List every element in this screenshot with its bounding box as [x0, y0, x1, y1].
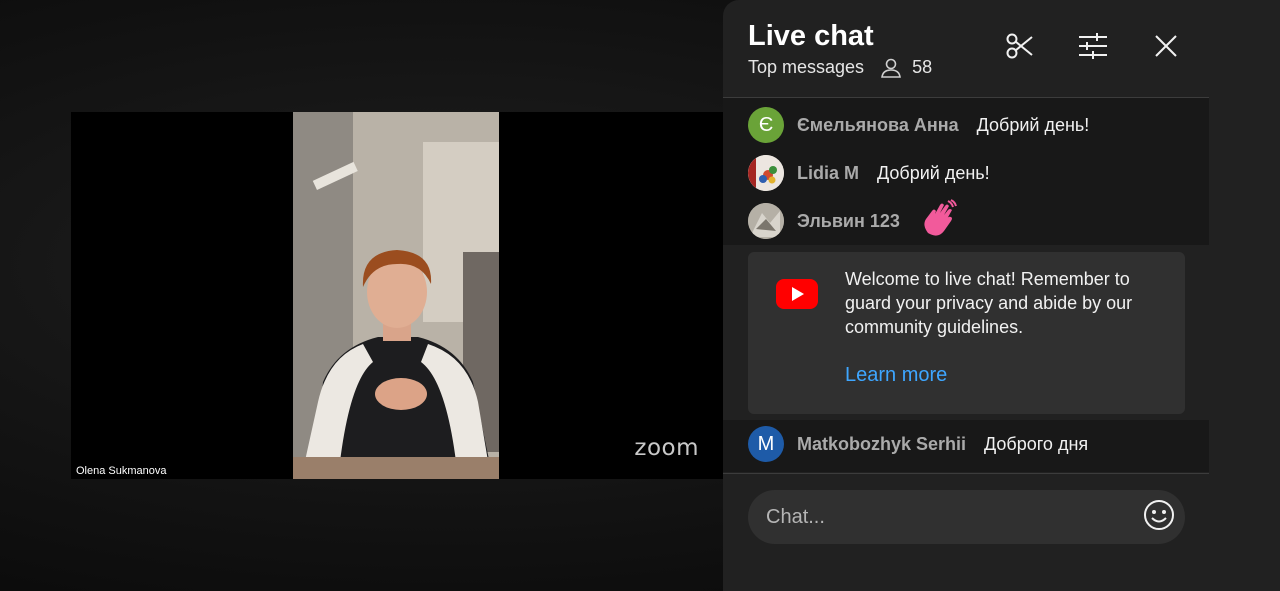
learn-more-link[interactable]: Learn more [845, 364, 947, 387]
chat-message[interactable]: Эльвин 123 [748, 198, 958, 239]
avatar [748, 155, 784, 191]
chat-filter-button[interactable] [1075, 30, 1111, 66]
filter-sliders-icon [1078, 32, 1108, 65]
message-text: Доброго дня [984, 433, 1089, 454]
video-frame: Olena Sukmanova zoom [71, 112, 723, 479]
message-text: Добрий день! [877, 162, 990, 183]
viewer-count: 58 [912, 57, 933, 77]
avatar: Є [748, 107, 784, 143]
speaker-video-feed [293, 112, 499, 479]
input-divider [723, 473, 1209, 474]
avatar: M [748, 426, 784, 462]
youtube-logo-icon [776, 279, 818, 314]
person-icon [880, 58, 902, 78]
message-author: Ємельянова Анна [797, 114, 959, 135]
clip-button[interactable] [1002, 30, 1038, 66]
chat-header: Live chat Top messages 58 [723, 0, 1209, 97]
close-icon [1153, 33, 1179, 64]
chat-message[interactable]: M Matkobozhyk Serhii Доброго дня [748, 426, 1088, 462]
chat-message[interactable]: Lidia M Добрий день! [748, 155, 990, 191]
live-chat-panel: Live chat Top messages 58 Є Ємельянова А… [723, 0, 1280, 591]
avatar [748, 203, 784, 239]
chat-input-box[interactable] [748, 490, 1185, 544]
message-text: Добрий день! [976, 114, 1090, 135]
chat-title: Live chat [748, 20, 874, 52]
smiley-icon [1143, 499, 1175, 536]
zoom-logo: zoom [634, 435, 699, 461]
waving-hand-emoji [918, 198, 958, 244]
emoji-button[interactable] [1143, 499, 1175, 536]
message-author: Lidia M [797, 162, 859, 183]
chat-mode-label: Top messages [748, 57, 865, 77]
speaker-name-label: Olena Sukmanova [73, 463, 170, 479]
video-player[interactable]: Olena Sukmanova zoom [0, 0, 723, 591]
chat-message[interactable]: Є Ємельянова Анна Добрий день! [748, 107, 1089, 143]
welcome-message: Welcome to live chat! Remember to guard … [845, 269, 1133, 337]
chat-input[interactable] [766, 490, 1126, 544]
speaker-silhouette [293, 112, 499, 479]
message-author: Эльвин 123 [797, 210, 900, 231]
chat-mode-selector[interactable]: Top messages 58 [748, 57, 932, 78]
message-author: Matkobozhyk Serhii [797, 433, 967, 454]
close-chat-button[interactable] [1148, 30, 1184, 66]
welcome-card: Welcome to live chat! Remember to guard … [748, 252, 1185, 414]
clip-icon [1005, 31, 1035, 66]
